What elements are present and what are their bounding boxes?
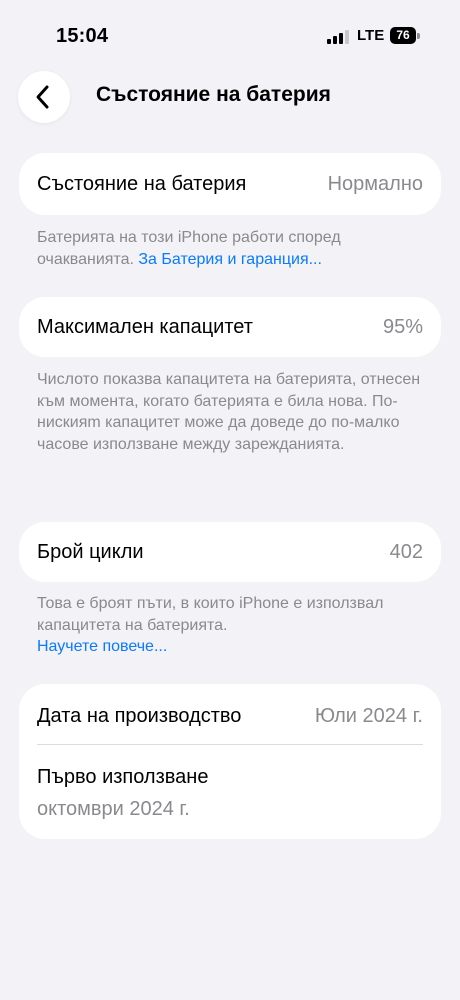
divider xyxy=(37,744,423,745)
max-capacity-value: 95% xyxy=(382,316,423,338)
max-capacity-label: Максимален капацитет xyxy=(37,316,253,338)
first-use-label: Първо използване xyxy=(37,766,209,788)
max-capacity-footer: Числото показва капацитета на батерията,… xyxy=(37,371,421,453)
page-title: Състояние на батерия xyxy=(96,83,331,106)
manufacture-date-label: Дата на производство xyxy=(37,705,242,727)
battery-icon: 76 xyxy=(390,27,416,44)
cycle-count-value: 402 xyxy=(389,541,423,563)
cycle-count-row: Брой цикли 402 xyxy=(19,522,441,582)
battery-cap xyxy=(417,33,420,39)
network-type: LTE xyxy=(357,27,385,44)
manufacture-date-value: Юли 2024 г. xyxy=(314,705,423,727)
battery-percent: 76 xyxy=(396,28,410,42)
battery-health-value: Нормално xyxy=(327,173,423,195)
learn-more-link[interactable]: Научете повече... xyxy=(37,638,167,655)
first-use-value: октомври 2024 г. xyxy=(37,798,190,820)
battery-health-label: Състояние на батерия xyxy=(37,173,247,195)
battery-health-row[interactable]: Състояние на батерия Нормално xyxy=(19,153,441,215)
dates-card: Дата на производство Юли 2024 г. Първо и… xyxy=(19,684,441,839)
status-time: 15:04 xyxy=(56,25,109,47)
cycle-count-description: Това е броят пъти, в които iPhone е изпо… xyxy=(37,595,384,634)
max-capacity-row: Максимален капацитет 95% xyxy=(19,297,441,357)
cycle-count-footer: Това е броят пъти, в които iPhone е изпо… xyxy=(37,593,427,658)
back-button[interactable] xyxy=(18,71,70,123)
battery-health-footer: Батерията на този iPhone работи според о… xyxy=(37,227,427,270)
cycle-count-label: Брой цикли xyxy=(37,541,144,563)
cellular-signal-icon xyxy=(327,30,351,44)
status-bar: 15:04 LTE 76 xyxy=(0,0,460,70)
battery-warranty-link[interactable]: За Батерия и гаранция... xyxy=(138,251,322,268)
chevron-left-icon xyxy=(36,85,49,109)
